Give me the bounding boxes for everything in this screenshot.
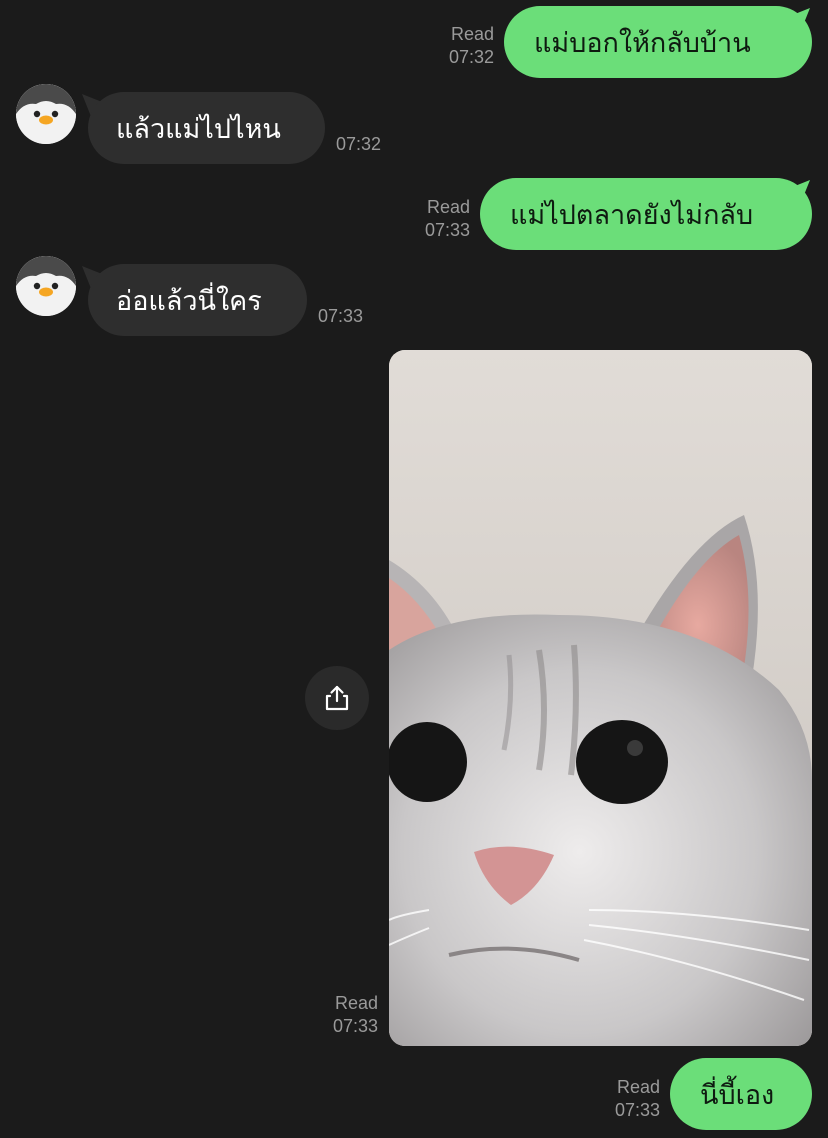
message-text: แม่บอกให้กลับบ้าน: [534, 27, 751, 59]
share-button[interactable]: [305, 666, 369, 730]
message-time: 07:32: [336, 134, 382, 154]
message-time: 07:33: [332, 1016, 378, 1036]
message-text: แม่ไปตลาดยังไม่กลับ: [510, 199, 754, 231]
incoming-message-bubble[interactable]: อ่อแล้วนี่ใคร: [88, 264, 307, 336]
message-meta: Read 07:33: [406, 196, 470, 242]
contact-avatar[interactable]: [16, 256, 76, 316]
message-time: 07:33: [318, 306, 364, 326]
cat-photo[interactable]: [389, 350, 812, 1046]
incoming-message-bubble[interactable]: แล้วแม่ไปไหน: [88, 92, 325, 164]
penguin-avatar-icon: [16, 84, 76, 144]
message-time: 07:33: [614, 1100, 660, 1120]
message-time: 07:33: [424, 220, 470, 240]
message-meta: Read 07:33: [596, 1076, 660, 1122]
message-time: 07:32: [448, 47, 494, 67]
read-status: Read: [616, 1077, 660, 1097]
read-status: Read: [450, 24, 494, 44]
read-status: Read: [426, 197, 470, 217]
message-text: นี่บี้เอง: [700, 1079, 775, 1111]
read-status: Read: [334, 993, 378, 1013]
contact-avatar[interactable]: [16, 84, 76, 144]
outgoing-message-bubble[interactable]: นี่บี้เอง: [670, 1058, 812, 1130]
chat-thread[interactable]: Read 07:32 แม่บอกให้กลับบ้าน แล้วแม่ไปไห…: [0, 0, 828, 1138]
penguin-avatar-icon: [16, 256, 76, 316]
message-meta: Read 07:33: [314, 992, 378, 1038]
cat-photo-image: [389, 350, 812, 1046]
outgoing-message-bubble[interactable]: แม่บอกให้กลับบ้าน: [504, 6, 812, 78]
message-meta: Read 07:32: [430, 23, 494, 69]
outgoing-message-bubble[interactable]: แม่ไปตลาดยังไม่กลับ: [480, 178, 812, 250]
message-text: อ่อแล้วนี่ใคร: [116, 285, 262, 317]
message-text: แล้วแม่ไปไหน: [116, 113, 281, 145]
share-icon: [325, 685, 349, 711]
